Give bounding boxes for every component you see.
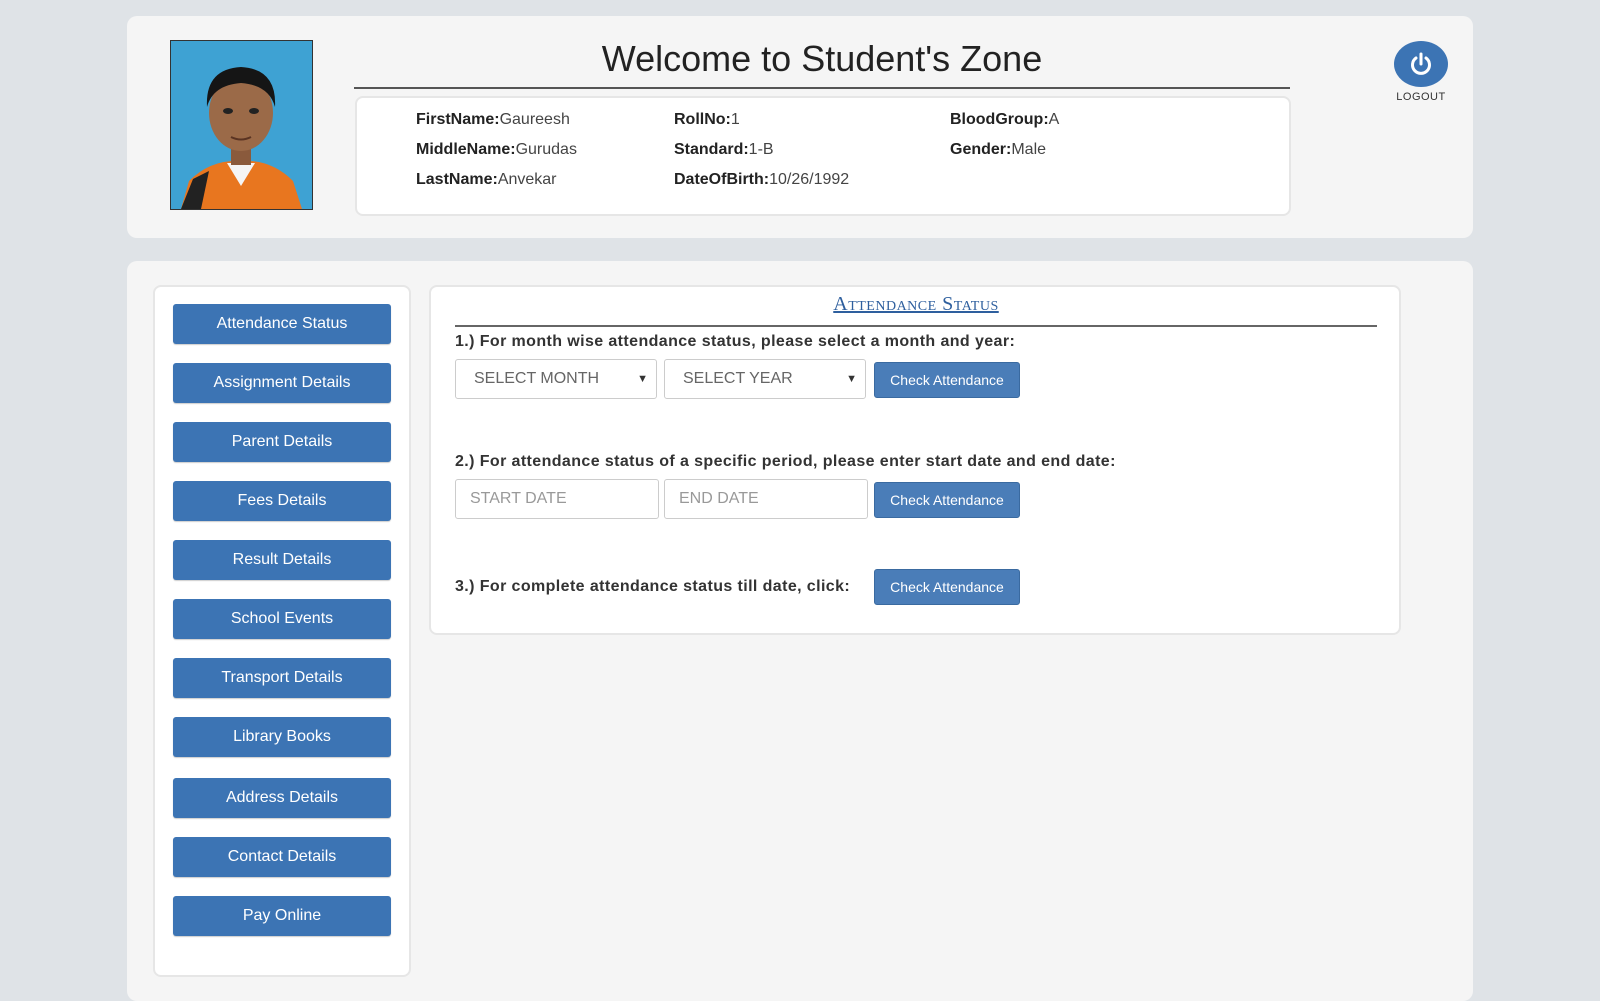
power-icon bbox=[1411, 52, 1431, 75]
middle-name-row: MiddleName:Gurudas bbox=[416, 141, 577, 159]
check-attendance-complete-button[interactable]: Check Attendance bbox=[874, 569, 1020, 605]
page-title: Welcome to Student's Zone bbox=[601, 38, 1043, 79]
check-attendance-period-button[interactable]: Check Attendance bbox=[874, 482, 1020, 518]
year-select[interactable]: SELECT YEAR ▼ bbox=[664, 359, 866, 399]
main-panel: Attendance Status Assignment Details Par… bbox=[127, 261, 1473, 1001]
first-name-value: Gaureesh bbox=[499, 111, 570, 128]
sidebar-item-result-details[interactable]: Result Details bbox=[173, 540, 391, 580]
gender-row: Gender:Male bbox=[950, 141, 1046, 159]
blood-group-row: BloodGroup:A bbox=[950, 111, 1059, 129]
standard-row: Standard:1-B bbox=[674, 141, 774, 159]
logout-button[interactable] bbox=[1394, 41, 1448, 87]
standard-label: Standard: bbox=[674, 141, 749, 158]
year-select-value: SELECT YEAR bbox=[683, 370, 793, 387]
blood-group-label: BloodGroup: bbox=[950, 111, 1049, 128]
roll-no-row: RollNo:1 bbox=[674, 111, 740, 129]
last-name-row: LastName:Anvekar bbox=[416, 171, 557, 189]
roll-no-label: RollNo: bbox=[674, 111, 731, 128]
logout-label[interactable]: LOGOUT bbox=[1384, 91, 1458, 103]
sidebar-item-assignment-details[interactable]: Assignment Details bbox=[173, 363, 391, 403]
step1-instruction: 1.) For month wise attendance status, pl… bbox=[455, 333, 1016, 350]
section-title: Attendance Status bbox=[833, 293, 999, 315]
chevron-down-icon: ▼ bbox=[846, 373, 857, 385]
dob-row: DateOfBirth:10/26/1992 bbox=[674, 171, 849, 189]
standard-value: 1-B bbox=[748, 141, 774, 158]
blood-group-value: A bbox=[1048, 111, 1060, 128]
chevron-down-icon: ▼ bbox=[637, 373, 648, 385]
middle-name-value: Gurudas bbox=[515, 141, 577, 158]
gender-value: Male bbox=[1011, 141, 1047, 158]
student-photo-icon bbox=[171, 41, 312, 209]
first-name-row: FirstName:Gaureesh bbox=[416, 111, 570, 129]
sidebar-item-pay-online[interactable]: Pay Online bbox=[173, 896, 391, 936]
gender-label: Gender: bbox=[950, 141, 1012, 158]
start-date-input[interactable] bbox=[455, 479, 659, 519]
profile-header-panel: Welcome to Student's Zone FirstName:Gaur… bbox=[127, 16, 1473, 238]
last-name-value: Anvekar bbox=[497, 171, 557, 188]
check-attendance-month-button[interactable]: Check Attendance bbox=[874, 362, 1020, 398]
dob-value: 10/26/1992 bbox=[769, 171, 850, 188]
end-date-input[interactable] bbox=[664, 479, 868, 519]
dob-label: DateOfBirth: bbox=[674, 171, 770, 188]
attendance-content-card: Attendance Status 1.) For month wise att… bbox=[429, 285, 1401, 635]
section-divider bbox=[455, 325, 1377, 327]
sidebar-item-fees-details[interactable]: Fees Details bbox=[173, 481, 391, 521]
student-info-card: FirstName:Gaureesh MiddleName:Gurudas La… bbox=[355, 96, 1291, 216]
first-name-label: FirstName: bbox=[416, 111, 500, 128]
month-select-value: SELECT MONTH bbox=[474, 370, 600, 387]
month-select[interactable]: SELECT MONTH ▼ bbox=[455, 359, 657, 399]
step3-instruction: 3.) For complete attendance status till … bbox=[455, 578, 851, 595]
sidebar-item-contact-details[interactable]: Contact Details bbox=[173, 837, 391, 877]
sidebar-menu: Attendance Status Assignment Details Par… bbox=[153, 285, 411, 977]
sidebar-item-address-details[interactable]: Address Details bbox=[173, 778, 391, 818]
title-divider bbox=[354, 87, 1290, 89]
sidebar-item-attendance-status[interactable]: Attendance Status bbox=[173, 304, 391, 344]
sidebar-item-school-events[interactable]: School Events bbox=[173, 599, 391, 639]
sidebar-item-library-books[interactable]: Library Books bbox=[173, 717, 391, 757]
sidebar-item-parent-details[interactable]: Parent Details bbox=[173, 422, 391, 462]
last-name-label: LastName: bbox=[416, 171, 498, 188]
middle-name-label: MiddleName: bbox=[416, 141, 516, 158]
student-photo bbox=[170, 40, 313, 210]
sidebar-item-transport-details[interactable]: Transport Details bbox=[173, 658, 391, 698]
step2-instruction: 2.) For attendance status of a specific … bbox=[455, 453, 1116, 470]
roll-no-value: 1 bbox=[730, 111, 740, 128]
